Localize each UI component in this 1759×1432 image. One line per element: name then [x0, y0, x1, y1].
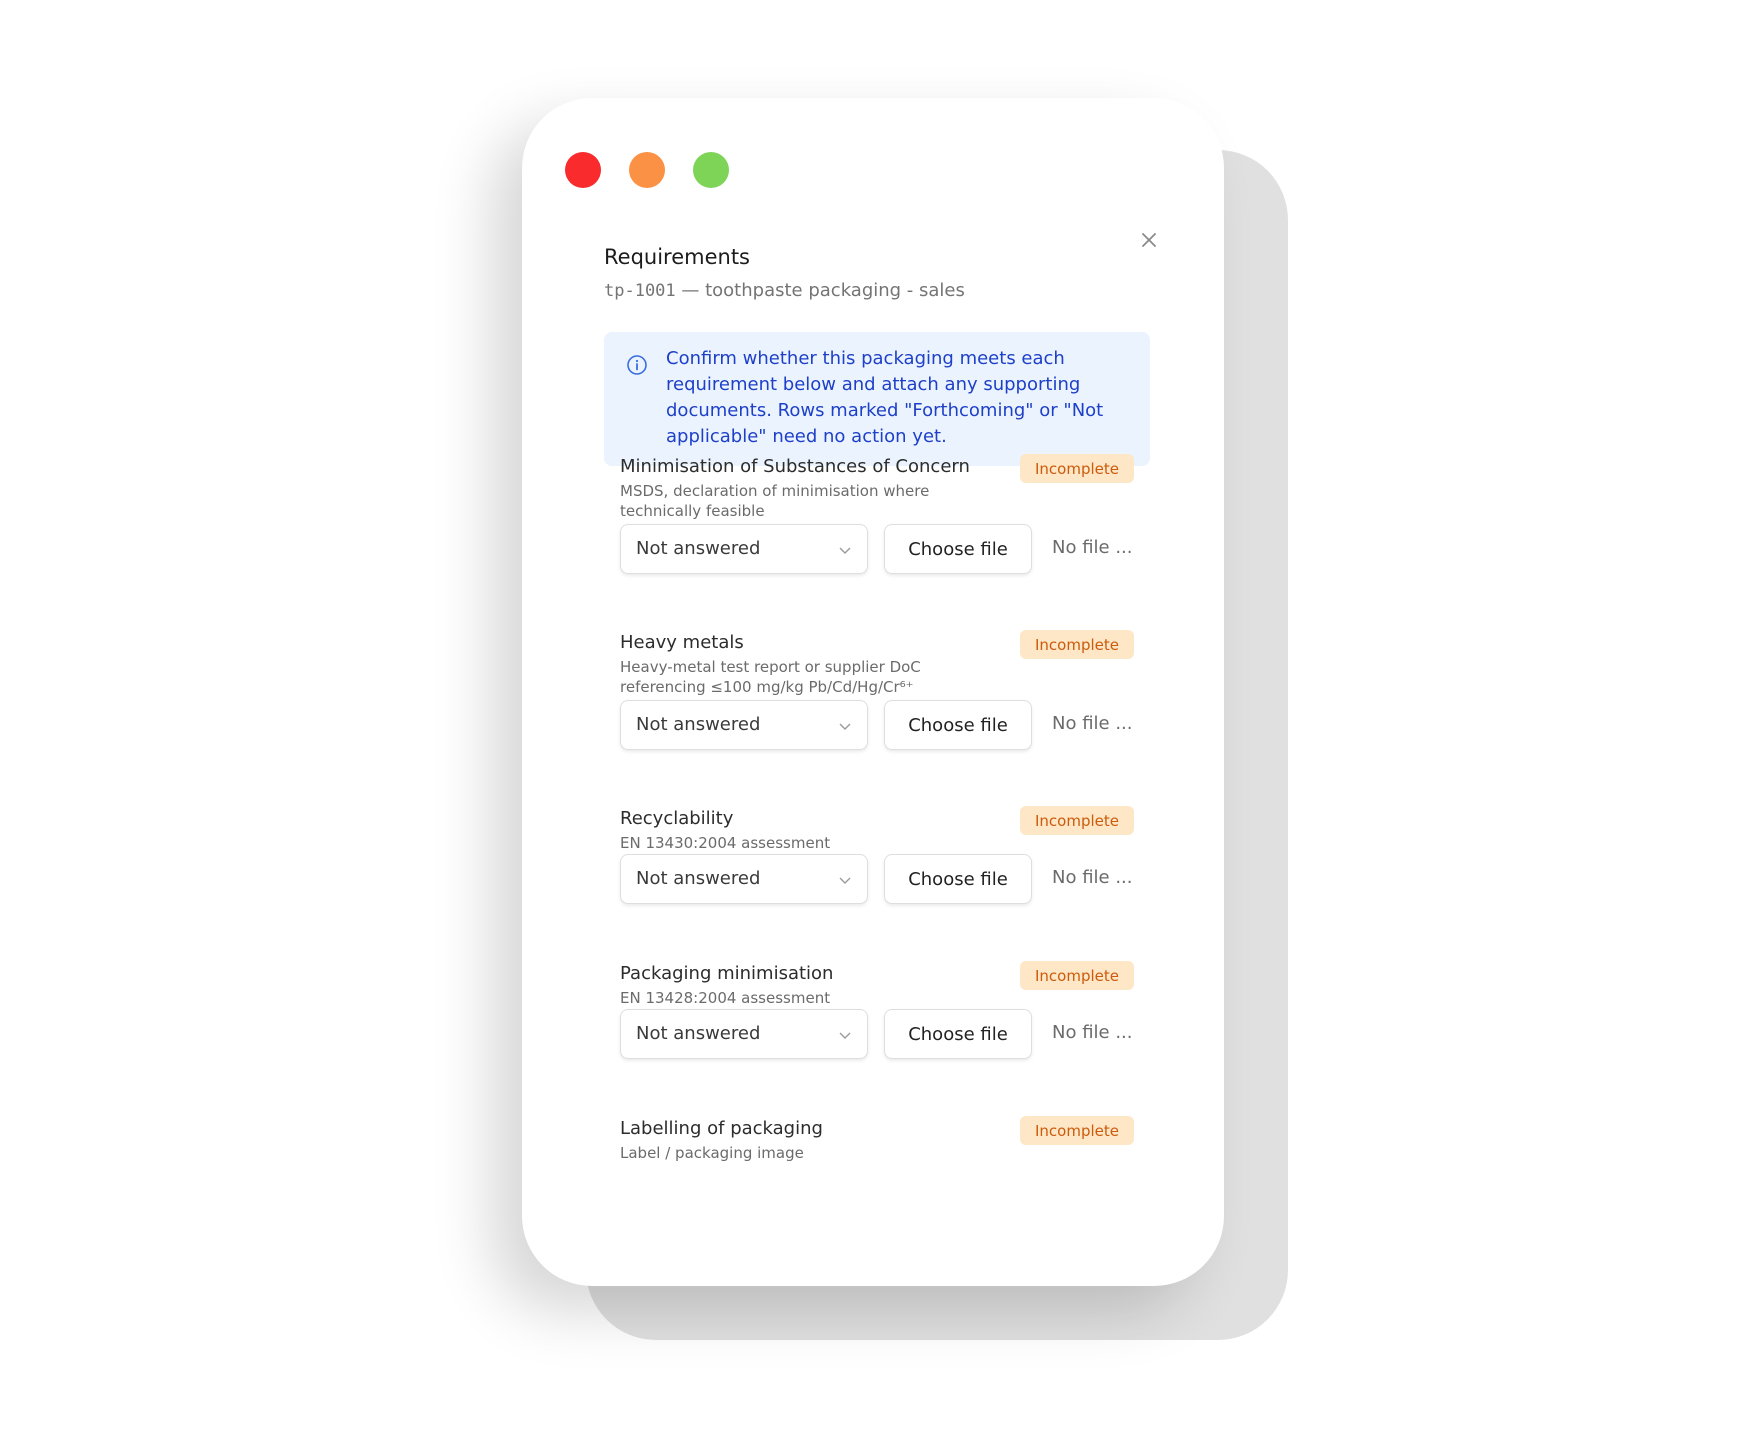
info-banner: Confirm whether this packaging meets eac… [604, 332, 1150, 466]
requirement-controls: Not answered Choose file No file ... [620, 1009, 1134, 1059]
requirement-title: Packaging minimisation [620, 963, 834, 984]
requirement-title: Recyclability [620, 808, 734, 829]
choose-file-button[interactable]: Choose file [884, 1009, 1032, 1059]
answer-select-value: Not answered [636, 868, 761, 889]
chevron-down-icon [839, 723, 851, 730]
requirement-controls: Not answered Choose file No file ... [620, 524, 1134, 574]
requirement-title: Minimisation of Substances of Concern [620, 456, 970, 477]
product-code: tp-1001 [604, 281, 676, 301]
status-badge: Incomplete [1020, 630, 1134, 659]
answer-select[interactable]: Not answered [620, 700, 868, 750]
chevron-down-icon [839, 877, 851, 884]
requirement-title: Heavy metals [620, 632, 744, 653]
requirement-description: EN 13430:2004 assessment [620, 834, 831, 852]
minimize-window-dot[interactable] [629, 152, 665, 188]
status-badge: Incomplete [1020, 1116, 1134, 1145]
file-status: No file ... [1052, 713, 1133, 734]
answer-select[interactable]: Not answered [620, 524, 868, 574]
dialog-subtitle: tp-1001 — toothpaste packaging - sales [604, 280, 965, 301]
requirement-title: Labelling of packaging [620, 1118, 823, 1139]
choose-file-button[interactable]: Choose file [884, 524, 1032, 574]
close-window-dot[interactable] [565, 152, 601, 188]
file-status: No file ... [1052, 867, 1133, 888]
info-text: Confirm whether this packaging meets eac… [666, 348, 1104, 447]
file-status: No file ... [1052, 537, 1133, 558]
chevron-down-icon [839, 547, 851, 554]
dialog-title: Requirements [604, 245, 750, 269]
answer-select[interactable]: Not answered [620, 854, 868, 904]
product-description: — toothpaste packaging - sales [675, 280, 965, 301]
maximize-window-dot[interactable] [693, 152, 729, 188]
requirement-controls: Not answered Choose file No file ... [620, 700, 1134, 750]
choose-file-button[interactable]: Choose file [884, 854, 1032, 904]
chevron-down-icon [839, 1032, 851, 1039]
requirement-description: MSDS, declaration of minimisation where … [620, 482, 930, 520]
window-controls [565, 152, 729, 188]
answer-select-value: Not answered [636, 714, 761, 735]
close-icon[interactable] [1139, 230, 1159, 250]
status-badge: Incomplete [1020, 454, 1134, 483]
requirement-controls: Not answered Choose file No file ... [620, 854, 1134, 904]
requirement-description: EN 13428:2004 assessment [620, 989, 831, 1007]
status-badge: Incomplete [1020, 961, 1134, 990]
choose-file-button[interactable]: Choose file [884, 700, 1032, 750]
file-status: No file ... [1052, 1022, 1133, 1043]
status-badge: Incomplete [1020, 806, 1134, 835]
requirements-window: Requirements tp-1001 — toothpaste packag… [522, 98, 1224, 1286]
requirement-description: Label / packaging image [620, 1144, 804, 1162]
answer-select-value: Not answered [636, 1023, 761, 1044]
stage: Requirements tp-1001 — toothpaste packag… [0, 0, 1759, 1432]
info-icon [627, 355, 647, 375]
answer-select-value: Not answered [636, 538, 761, 559]
requirement-description: Heavy-metal test report or supplier DoC … [620, 658, 921, 696]
answer-select[interactable]: Not answered [620, 1009, 868, 1059]
